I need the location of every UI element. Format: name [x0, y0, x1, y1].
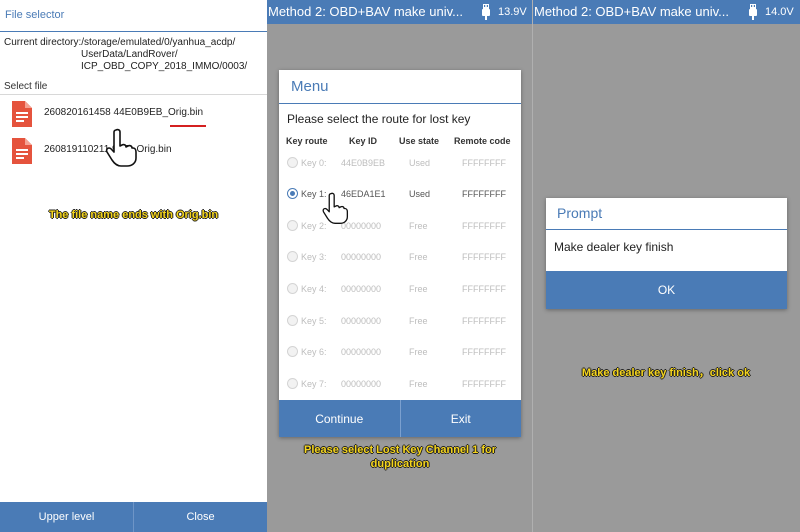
- key-id: 00000000: [341, 379, 382, 389]
- radio-button[interactable]: [287, 378, 298, 389]
- divider: [0, 94, 267, 95]
- radio-button[interactable]: [287, 346, 298, 357]
- key-id: 00000000: [341, 252, 382, 262]
- continue-button[interactable]: Continue: [279, 400, 400, 437]
- key-route: Key 3:: [301, 252, 327, 262]
- title-divider: [279, 103, 521, 104]
- voltage-readout: 14.0V: [765, 6, 794, 18]
- bottom-button-bar: Upper level Close: [0, 502, 267, 532]
- usb-icon: [749, 4, 757, 20]
- file-selector-panel: File selector Current directory:/storage…: [0, 0, 267, 532]
- remote-code: FFFFFFFF: [462, 284, 506, 294]
- prompt-dialog: Prompt Make dealer key finish OK: [546, 198, 787, 309]
- select-file-label: Select file: [4, 81, 48, 92]
- key-id: 00000000: [341, 316, 382, 326]
- column-header: Key route: [286, 136, 328, 146]
- key-id: 00000000: [341, 284, 382, 294]
- key-route-row[interactable]: Key 6: 00000000 Free FFFFFFFF: [279, 343, 521, 363]
- instruction-caption: Make dealer key finish，click ok: [581, 367, 751, 379]
- remote-code: FFFFFFFF: [462, 221, 506, 231]
- key-route-row[interactable]: Key 2: 00000000 Free FFFFFFFF: [279, 217, 521, 237]
- column-header: Remote code: [454, 136, 511, 146]
- use-state: Used: [409, 189, 431, 199]
- remote-code: FFFFFFFF: [462, 189, 506, 199]
- voltage-readout: 13.9V: [498, 6, 527, 18]
- remote-code: FFFFFFFF: [462, 252, 506, 262]
- remote-code: FFFFFFFF: [462, 316, 506, 326]
- usb-icon: [482, 4, 490, 20]
- instruction-caption: Please select Lost Key Channel 1 for dup…: [304, 444, 496, 470]
- dialog-question: Please select the route for lost key: [287, 112, 471, 126]
- directory-line: UserData/LandRover/: [81, 49, 178, 60]
- app-header: Method 2: OBD+BAV make univ... 14.0V: [533, 0, 800, 24]
- use-state: Free: [409, 284, 428, 294]
- radio-button[interactable]: [287, 283, 298, 294]
- radio-button[interactable]: [287, 315, 298, 326]
- key-id: 44E0B9EB: [341, 158, 386, 168]
- panel-divider: [532, 0, 533, 532]
- key-route: Key 0:: [301, 158, 327, 168]
- highlight-underline: [170, 125, 206, 127]
- key-route-row[interactable]: Key 4: 00000000 Free FFFFFFFF: [279, 280, 521, 300]
- pointing-hand-icon: [105, 128, 137, 167]
- dialog-title: Menu: [291, 78, 329, 95]
- key-route: Key 5:: [301, 316, 327, 326]
- use-state: Free: [409, 316, 428, 326]
- use-state: Free: [409, 347, 428, 357]
- app-header: Method 2: OBD+BAV make univ... 13.9V: [267, 0, 533, 24]
- key-route: Key 6:: [301, 347, 327, 357]
- exit-button[interactable]: Exit: [399, 400, 522, 437]
- pointing-hand-icon: [322, 192, 349, 224]
- current-directory: Current directory:/storage/emulated/0/ya…: [4, 37, 264, 73]
- key-route-row[interactable]: Key 3: 00000000 Free FFFFFFFF: [279, 248, 521, 268]
- directory-line: ICP_OBD_COPY_2018_IMMO/0003/: [81, 61, 248, 72]
- remote-code: FFFFFFFF: [462, 347, 506, 357]
- radio-button[interactable]: [287, 220, 298, 231]
- ok-button[interactable]: OK: [546, 271, 787, 309]
- header-title: Method 2: OBD+BAV make univ...: [268, 4, 463, 19]
- radio-button[interactable]: [287, 251, 298, 262]
- document-icon: [12, 101, 32, 127]
- file-selector-title: File selector: [5, 9, 65, 21]
- use-state: Used: [409, 158, 431, 168]
- dialog-message: Make dealer key finish: [554, 240, 674, 254]
- use-state: Free: [409, 379, 428, 389]
- radio-button[interactable]: [287, 157, 298, 168]
- key-route-row[interactable]: Key 5: 00000000 Free FFFFFFFF: [279, 312, 521, 332]
- title-divider: [546, 229, 787, 230]
- key-id: 00000000: [341, 347, 382, 357]
- key-route-row[interactable]: Key 0: 44E0B9EB Used FFFFFFFF: [279, 154, 521, 174]
- column-header: Key ID: [349, 136, 378, 146]
- upper-level-button[interactable]: Upper level: [0, 502, 133, 532]
- close-button[interactable]: Close: [133, 502, 267, 532]
- key-route: Key 4:: [301, 284, 327, 294]
- menu-dialog: Menu Please select the route for lost ke…: [279, 70, 521, 437]
- instruction-caption: The file name ends with Orig.bin: [48, 209, 219, 221]
- file-name: 260820161458 44E0B9EB_Orig.bin: [44, 107, 204, 118]
- title-divider: [0, 31, 267, 32]
- key-route-row[interactable]: Key 7: 00000000 Free FFFFFFFF: [279, 375, 521, 395]
- directory-line: Current directory:/storage/emulated/0/ya…: [4, 37, 236, 48]
- document-icon: [12, 138, 32, 164]
- remote-code: FFFFFFFF: [462, 379, 506, 389]
- tutorial-composite: File selector Current directory:/storage…: [0, 0, 800, 532]
- use-state: Free: [409, 252, 428, 262]
- dialog-button-bar: Continue Exit: [279, 400, 521, 437]
- remote-code: FFFFFFFF: [462, 158, 506, 168]
- header-title: Method 2: OBD+BAV make univ...: [534, 4, 729, 19]
- dialog-title: Prompt: [557, 205, 603, 221]
- column-header: Use state: [399, 136, 440, 146]
- key-route-row[interactable]: Key 1: 46EDA1E1 Used FFFFFFFF: [279, 185, 521, 205]
- radio-button[interactable]: [287, 188, 298, 199]
- use-state: Free: [409, 221, 428, 231]
- key-route: Key 7:: [301, 379, 327, 389]
